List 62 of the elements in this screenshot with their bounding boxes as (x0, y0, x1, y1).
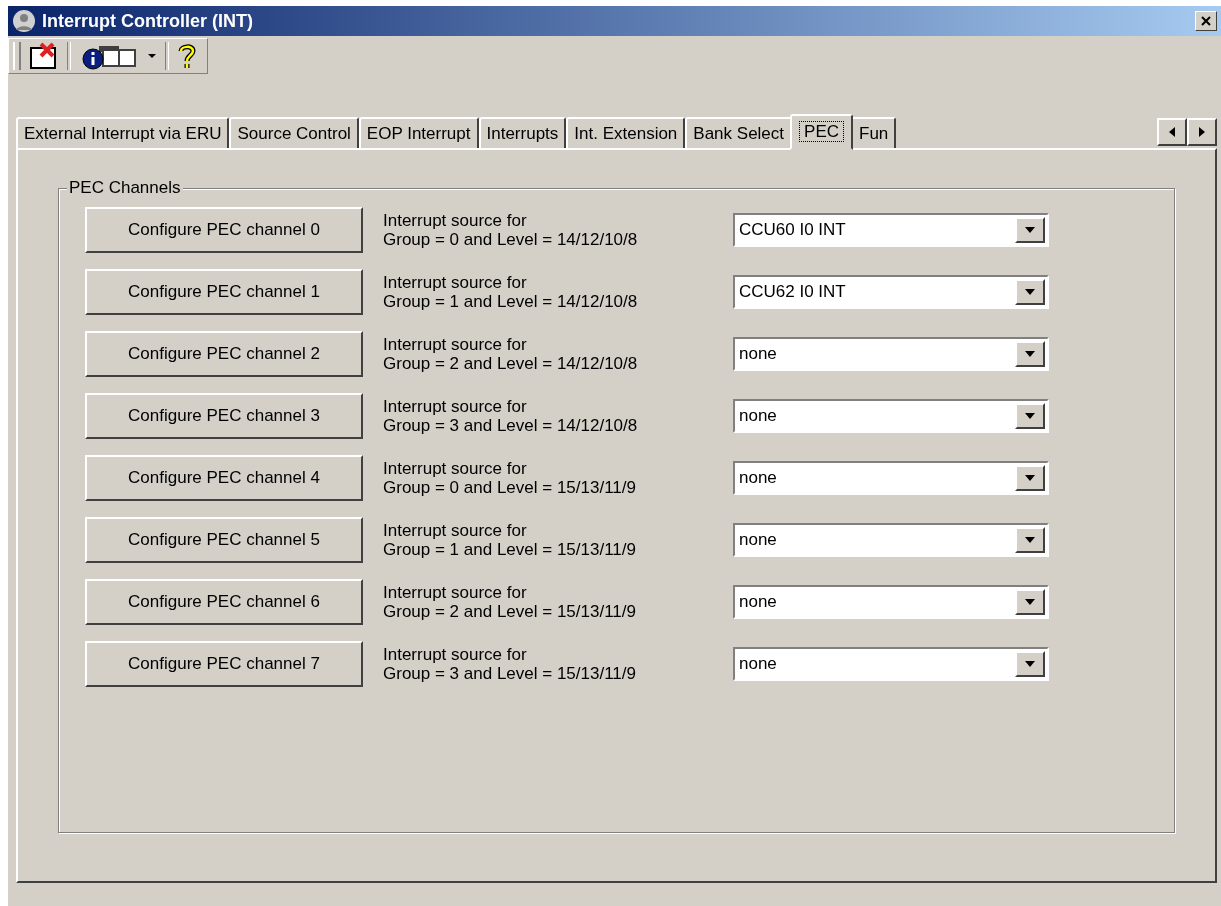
tab[interactable]: Bank Select (685, 117, 793, 148)
toolbar-grip[interactable] (13, 42, 21, 70)
source-label: Interrupt source for Group = 2 and Level = 14/12/10/8 (383, 335, 639, 373)
source-label: Interrupt source for Group = 3 and Level = 15/13/11/9 (383, 645, 637, 683)
window-title: Interrupt Controller (INT) (42, 10, 254, 32)
source-label: Interrupt source for Group = 2 and Level = 15/13/11/9 (383, 583, 637, 621)
scroll-left-button[interactable] (1157, 118, 1187, 146)
caret-icon (1025, 475, 1035, 481)
arrow-right-icon (1198, 127, 1206, 137)
source-dropdown[interactable]: none (733, 337, 1049, 371)
caret-icon (1025, 413, 1035, 419)
dropdown-button[interactable] (1015, 465, 1045, 491)
caret-icon (1025, 289, 1035, 295)
dropdown-button[interactable] (1015, 279, 1045, 305)
window-close-icon (29, 42, 59, 70)
configure-button[interactable]: Configure PEC channel 7 (85, 641, 363, 687)
source-dropdown[interactable]: none (733, 647, 1049, 681)
configure-button[interactable]: Configure PEC channel 2 (85, 331, 363, 377)
caret-icon (1025, 351, 1035, 357)
source-dropdown[interactable]: none (733, 399, 1049, 433)
tab[interactable]: External Interrupt via ERU (16, 117, 230, 148)
caret-icon (1025, 661, 1035, 667)
tab[interactable]: EOP Interrupt (358, 117, 479, 148)
dropdown-button[interactable] (1015, 527, 1045, 553)
tab[interactable]: PEC (790, 114, 854, 150)
scroll-right-button[interactable] (1187, 118, 1217, 146)
source-label: Interrupt source for Group = 0 and Level = 15/13/11/9 (383, 459, 637, 497)
tab[interactable]: Source Control (229, 117, 359, 148)
caret-icon (1025, 227, 1035, 233)
question-mark-icon (177, 42, 197, 70)
close-icon (1200, 15, 1212, 27)
source-label: Interrupt source for Group = 3 and Level = 14/12/10/8 (383, 397, 639, 435)
source-dropdown[interactable]: none (733, 461, 1049, 495)
dropdown-button[interactable] (1015, 403, 1045, 429)
caret-icon (147, 53, 157, 59)
dropdown-button[interactable] (1015, 217, 1045, 243)
help-button[interactable] (177, 42, 197, 70)
close-button[interactable] (1195, 11, 1217, 31)
configure-button[interactable]: Configure PEC channel 1 (85, 269, 363, 315)
source-label: Interrupt source for Group = 1 and Level = 15/13/11/9 (383, 521, 637, 559)
source-dropdown[interactable]: CCU62 I0 INT (733, 275, 1049, 309)
source-label: Interrupt source for Group = 0 and Level = 14/12/10/8 (383, 211, 639, 249)
arrow-left-icon (1168, 127, 1176, 137)
configure-button[interactable]: Configure PEC channel 3 (85, 393, 363, 439)
caret-icon (1025, 537, 1035, 543)
close-document-button[interactable] (29, 42, 59, 70)
person-icon (12, 9, 36, 33)
tab[interactable]: Interrupts (478, 117, 567, 148)
dropdown-button[interactable] (1015, 589, 1045, 615)
configure-button[interactable]: Configure PEC channel 4 (85, 455, 363, 501)
source-dropdown[interactable]: CCU60 I0 INT (733, 213, 1049, 247)
source-dropdown[interactable]: none (733, 585, 1049, 619)
caret-icon (1025, 599, 1035, 605)
source-dropdown[interactable]: none (733, 523, 1049, 557)
dropdown-button[interactable] (1015, 651, 1045, 677)
configure-button[interactable]: Configure PEC channel 5 (85, 517, 363, 563)
tab[interactable]: Fun (851, 117, 897, 148)
source-label: Interrupt source for Group = 1 and Level = 14/12/10/8 (383, 273, 639, 311)
configure-button[interactable]: Configure PEC channel 0 (85, 207, 363, 253)
dropdown-button[interactable] (1015, 341, 1045, 367)
configure-button[interactable]: Configure PEC channel 6 (85, 579, 363, 625)
tab[interactable]: Int. Extension (566, 117, 686, 148)
